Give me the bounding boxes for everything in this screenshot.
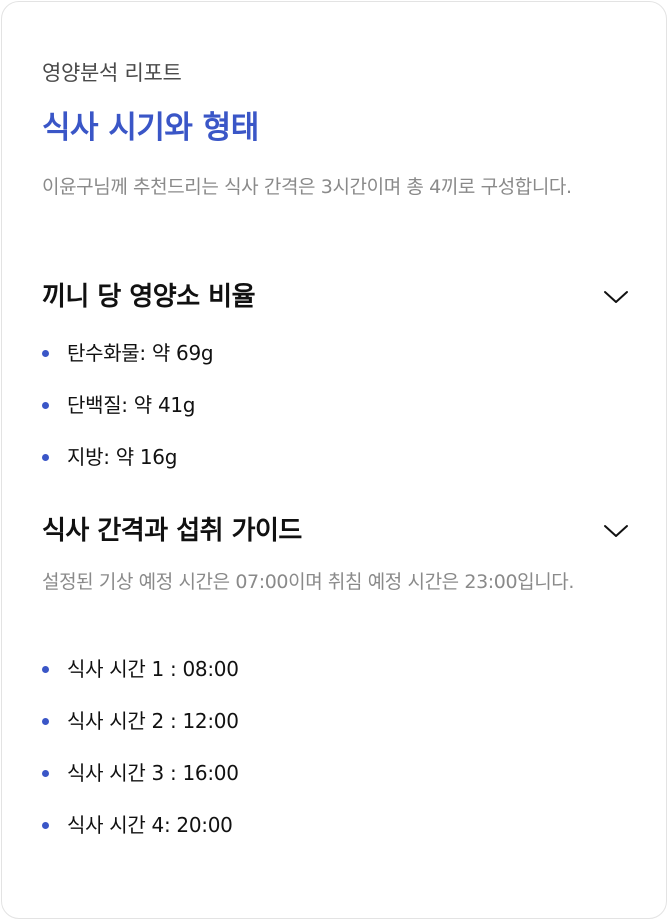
bullet-dot [42,402,49,409]
report-subtitle: 영양분석 리포트 [42,61,182,85]
meal-guide-description: 설정된 기상 예정 시간은 07:00이며 취침 예정 시간은 23:00입니다… [42,571,575,593]
bullet-dot [42,454,49,461]
nutrition-report-card: 영양분석 리포트 식사 시기와 형태 이윤구님께 추천드리는 식사 간격은 3시… [1,1,667,919]
nutrient-fat: 지방: 약 16g [67,445,178,469]
bullet-dot [42,770,49,777]
report-title: 식사 시기와 형태 [42,110,259,146]
section-header-meal-guide[interactable]: 식사 간격과 섭취 가이드 [42,511,632,551]
bullet-dot [42,350,49,357]
report-description: 이윤구님께 추천드리는 식사 간격은 3시간이며 총 4끼로 구성합니다. [42,176,572,198]
meal-time-4: 식사 시간 4: 20:00 [67,813,233,837]
chevron-down-icon[interactable] [602,517,630,545]
section-title-nutrient-ratio: 끼니 당 영양소 비율 [42,282,256,312]
meal-time-2: 식사 시간 2 : 12:00 [67,709,239,733]
meal-time-1: 식사 시간 1 : 08:00 [67,657,239,681]
section-title-meal-guide: 식사 간격과 섭취 가이드 [42,516,302,546]
nutrient-carbs: 탄수화물: 약 69g [67,341,214,365]
section-header-nutrient-ratio[interactable]: 끼니 당 영양소 비율 [42,277,632,317]
bullet-dot [42,666,49,673]
bullet-dot [42,718,49,725]
meal-time-3: 식사 시간 3 : 16:00 [67,761,239,785]
bullet-dot [42,822,49,829]
nutrient-protein: 단백질: 약 41g [67,393,196,417]
chevron-down-icon[interactable] [602,283,630,311]
